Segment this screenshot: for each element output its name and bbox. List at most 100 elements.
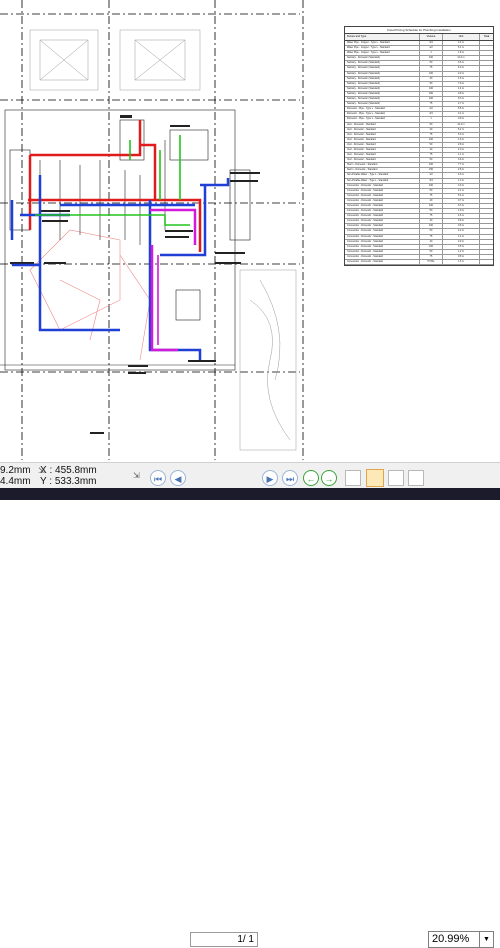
schedule-cell: 150 <box>420 168 443 173</box>
pricing-schedule-table: Fixed Pricing Schedule for Plumbing Inst… <box>344 26 494 267</box>
schedule-cell: 100 <box>420 71 443 76</box>
continuous-view-button[interactable] <box>366 469 384 487</box>
schedule-cell <box>480 204 493 208</box>
schedule-cell: 2.4 m <box>443 41 480 46</box>
schedule-cell: 6.5 m <box>443 107 480 112</box>
schedule-cell: 2.2 m <box>443 71 480 76</box>
schedule-cell: 3/4 <box>420 178 443 183</box>
width-readout: 9.2mm <box>0 465 31 476</box>
schedule-cell: 4.6 m <box>443 173 480 178</box>
schedule-cell: 50 <box>420 229 443 234</box>
schedule-cell: 1/2 <box>420 46 443 51</box>
last-page-button[interactable]: ⏭ <box>282 470 298 486</box>
schedule-cell <box>480 148 493 152</box>
next-page-button[interactable]: ▶ <box>262 470 278 486</box>
schedule-cell: Vent - Domestic - Standard <box>345 137 420 142</box>
status-bar: 9.2mm 4.4mm X : 455.8mm Y : 533.3mm ⇲ ⇲ … <box>0 462 500 948</box>
schedule-cell <box>480 143 493 147</box>
forward-view-button[interactable]: → <box>321 470 337 486</box>
schedule-cell: 100 <box>420 86 443 91</box>
schedule-cell: 2.6 m <box>443 214 480 219</box>
schedule-cell <box>480 158 493 162</box>
schedule-cell: 2.9 m <box>443 239 480 244</box>
schedule-cell: Sanitary - Domestic (Standard) <box>345 76 420 81</box>
schedule-cell: 1.5 m <box>443 260 480 265</box>
schedule-cell: Sanitary - Domestic (Standard) <box>345 81 420 86</box>
schedule-cell <box>480 255 493 259</box>
schedule-cell: 6.3 m <box>443 204 480 209</box>
schedule-cell <box>480 194 493 198</box>
schedule-cell <box>480 82 493 86</box>
schedule-cell: Storm - Domestic - Standard <box>345 168 420 173</box>
schedule-cell <box>480 245 493 249</box>
schedule-cell: 1.3 m <box>443 178 480 183</box>
previous-page-button[interactable]: ◀ <box>170 470 186 486</box>
schedule-cell: Sanitary - Domestic (Standard) <box>345 91 420 97</box>
schedule-cell <box>480 72 493 76</box>
schedule-cell: Connection - Domestic - Standard <box>345 198 420 203</box>
schedule-cell: Water Pipe - Copper - Type L - Standard <box>345 41 420 46</box>
schedule-cell <box>480 260 493 264</box>
schedule-cell: 3/4 <box>420 41 443 46</box>
schedule-cell: 100 <box>420 163 443 168</box>
schedule-cell: Domestic - Pipe - Type L - Standard <box>345 107 420 112</box>
document-viewport[interactable]: Fixed Pricing Schedule for Plumbing Inst… <box>0 0 500 462</box>
schedule-cell: 1.1 m <box>443 153 480 158</box>
schedule-cell: 4.4 m <box>443 86 480 91</box>
two-page-view-button[interactable] <box>388 470 404 486</box>
schedule-cell: 0.7 m <box>443 198 480 203</box>
schedule-cell: 5.1 m <box>443 46 480 51</box>
schedule-cell: 4.0 m <box>443 147 480 153</box>
schedule-cell <box>480 102 493 106</box>
schedule-cell: 50 <box>420 209 443 214</box>
schedule-body: Water Pipe - Copper - Type L - Standard 3… <box>345 41 493 266</box>
schedule-cell: 3.3 m <box>443 132 480 137</box>
schedule-cell: 75 <box>420 132 443 137</box>
schedule-cell: Connection - Domestic - Standard <box>345 214 420 219</box>
schedule-cell <box>480 250 493 254</box>
schedule-cell <box>480 97 493 101</box>
schedule-cell: 7.7 m <box>443 163 480 168</box>
schedule-cell: 3.0 m <box>443 183 480 188</box>
schedule-header-cell: Volume <box>420 34 443 40</box>
schedule-header-cell: Total <box>483 35 490 38</box>
schedule-header-cell: Fixture and Type <box>345 34 420 40</box>
schedule-cell: 100 <box>420 137 443 142</box>
schedule-cell: 0.9 m <box>443 117 480 122</box>
schedule-cell: Non-Potable Water - Type L - Standard <box>345 178 420 183</box>
schedule-cell: 40 <box>420 198 443 203</box>
schedule-cell: Vent - Domestic - Standard <box>345 132 420 137</box>
schedule-cell: 2.1 m <box>443 188 480 193</box>
schedule-cell: 75 <box>420 153 443 158</box>
schedule-cell: Domestic - Pipe - Type L - Standard <box>345 112 420 117</box>
schedule-cell <box>480 163 493 167</box>
schedule-cell <box>480 214 493 218</box>
schedule-cell: 50 <box>420 122 443 127</box>
schedule-cell: 3.1 m <box>443 112 480 117</box>
chevron-down-icon[interactable]: ▼ <box>480 931 494 948</box>
two-page-continuous-view-button[interactable] <box>408 470 424 486</box>
schedule-cell <box>480 184 493 188</box>
schedule-cell: Sanitary - Domestic (Standard) <box>345 56 420 61</box>
back-view-button[interactable]: ← <box>303 470 319 486</box>
schedule-cell: Connection - Domestic - Standard <box>345 204 420 209</box>
schedule-cell: 1 <box>420 117 443 122</box>
schedule-cell: Connection - Domestic - Standard <box>345 219 420 224</box>
schedule-cell: Water Pipe - Copper - Type L - Standard <box>345 46 420 51</box>
schedule-cell: 2.7 m <box>443 102 480 107</box>
schedule-cell: TOTAL <box>420 260 443 265</box>
zoom-level-field[interactable]: 20.99% <box>428 931 480 948</box>
schedule-cell: 50 <box>420 142 443 147</box>
schedule-cell: 150 <box>420 91 443 97</box>
schedule-cell <box>480 133 493 137</box>
schedule-cell: 40 <box>420 147 443 153</box>
single-page-view-button[interactable] <box>345 470 361 486</box>
schedule-cell <box>480 46 493 50</box>
schedule-cell <box>480 173 493 177</box>
schedule-header-row: Fixture and Type Volume Unit Total <box>345 34 493 41</box>
schedule-cell: Vent - Domestic - Standard <box>345 127 420 132</box>
schedule-cell <box>480 41 493 45</box>
first-page-button[interactable]: ⏮ <box>150 470 166 486</box>
page-number-field[interactable]: 1/ 1 <box>190 932 258 947</box>
schedule-cell: Sanitary - Domestic (Standard) <box>345 66 420 71</box>
